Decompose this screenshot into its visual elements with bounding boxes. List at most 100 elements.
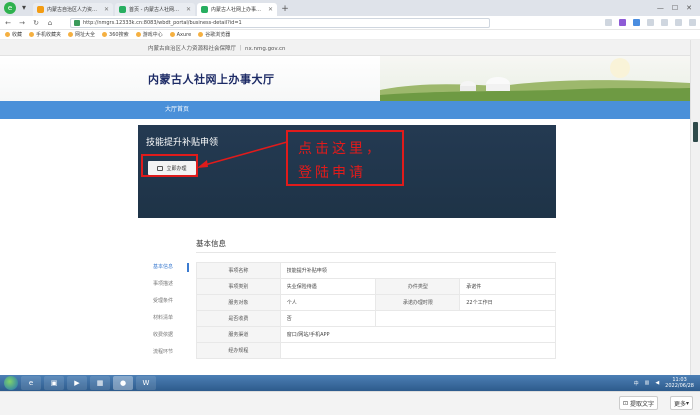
- table-row: 服务对象 个人 承诺办理时限 22个工作日: [196, 294, 556, 311]
- word-icon[interactable]: W: [136, 376, 156, 390]
- reload-icon[interactable]: ↻: [32, 19, 40, 27]
- download-icon[interactable]: [661, 19, 668, 26]
- grassland-banner-image: [380, 56, 690, 101]
- table-value: 22个工作日: [459, 294, 556, 311]
- browser-tab[interactable]: 首页 - 内蒙古人社网上办事大厅 ✕: [115, 3, 195, 16]
- menu-icon[interactable]: [689, 19, 696, 26]
- sidenav-item-fees[interactable]: 收费依据: [153, 327, 189, 344]
- table-key: 是否收费: [196, 310, 281, 327]
- address-url: http://nmgrs.12333k.cn:8083/wbdt_portal/…: [83, 19, 242, 26]
- table-key: 承诺办理时限: [375, 294, 461, 311]
- extension-icon[interactable]: [633, 19, 640, 26]
- lightning-icon[interactable]: [605, 19, 612, 26]
- sidenav-item-description[interactable]: 事项描述: [153, 276, 189, 293]
- address-bar[interactable]: http://nmgrs.12333k.cn:8083/wbdt_portal/…: [70, 17, 490, 28]
- home-icon[interactable]: ⌂: [46, 19, 54, 27]
- close-window-button[interactable]: ✕: [686, 4, 692, 12]
- table-value: 否: [279, 310, 377, 327]
- more-button[interactable]: 更多 ▾: [670, 396, 694, 410]
- phone-icon: [29, 32, 35, 37]
- annotation-callout: 点击这里， 登陆申请: [286, 130, 404, 186]
- site-topbar-text[interactable]: 内蒙古自治区人力资源和社会保障厅 ｜ nx.nmg.gov.cn: [148, 44, 286, 52]
- scrollbar-thumb[interactable]: [693, 122, 698, 142]
- minimize-button[interactable]: —: [657, 4, 664, 12]
- table-key: 办件类型: [375, 278, 461, 295]
- star-icon: [5, 32, 10, 37]
- table-value: 技能提升补贴申领: [279, 262, 557, 279]
- chevron-down-icon: ▾: [686, 399, 690, 407]
- browser-tab[interactable]: 内蒙古自治区人力资源和社会… ✕: [33, 3, 113, 16]
- browser-logo-icon[interactable]: e: [4, 2, 16, 14]
- bookmark-item[interactable]: Axure: [169, 32, 191, 38]
- more-label: 更多: [674, 400, 687, 408]
- tab-close-icon[interactable]: ✕: [268, 6, 273, 13]
- site-security-icon: [74, 19, 80, 26]
- table-key: 服务对象: [196, 294, 281, 311]
- undo-icon[interactable]: [675, 19, 682, 26]
- taskbar-clock[interactable]: 11:03 2022/06/28: [665, 377, 694, 389]
- volume-icon[interactable]: ◀: [655, 380, 659, 386]
- site-topbar: 内蒙古自治区人力资源和社会保障厅 ｜ nx.nmg.gov.cn: [0, 40, 690, 56]
- browser-tab-active[interactable]: 内蒙古人社网上办事大厅 - 内蒙古人社… ✕: [197, 3, 277, 16]
- bookmarks-bar: 收藏 手机收藏夹 网址大全 360搜索 游戏中心 Axure 谷歌浏览器: [0, 30, 700, 40]
- chrome-icon: [198, 32, 204, 37]
- table-value: [375, 310, 556, 327]
- bookmark-item[interactable]: 网址大全: [68, 31, 95, 38]
- forward-icon[interactable]: →: [18, 19, 26, 27]
- bookmark-item[interactable]: 360搜索: [102, 31, 129, 38]
- globe-icon: [68, 32, 74, 37]
- tab-close-icon[interactable]: ✕: [104, 6, 109, 13]
- back-icon[interactable]: ←: [4, 19, 12, 27]
- bookmark-item[interactable]: 收藏: [5, 31, 22, 38]
- start-button[interactable]: [4, 376, 18, 390]
- ime-indicator[interactable]: 中: [634, 380, 639, 387]
- explorer-icon[interactable]: ▣: [44, 376, 64, 390]
- bookmark-item[interactable]: 谷歌浏览器: [198, 31, 230, 38]
- table-row: 事项名称 技能提升补贴申领: [196, 262, 557, 279]
- player-icon[interactable]: ▶: [67, 376, 87, 390]
- table-row: 事项类别 失业保险待遇 办件类型 承诺件: [196, 278, 556, 295]
- table-row: 服务渠道 窗口/网站/手机APP: [196, 326, 557, 343]
- nav-home-link[interactable]: 大厅首页: [165, 101, 189, 119]
- clock-date: 2022/06/28: [665, 383, 694, 389]
- browser-tab-bar: e ▾ 内蒙古自治区人力资源和社会… ✕ 首页 - 内蒙古人社网上办事大厅 ✕ …: [0, 0, 700, 16]
- page-scrollbar[interactable]: [690, 40, 700, 375]
- basic-info-table: 事项名称 技能提升补贴申领 事项类别 失业保险待遇 办件类型 承诺件 服务对象 …: [196, 262, 557, 359]
- page-viewport: 内蒙古自治区人力资源和社会保障厅 ｜ nx.nmg.gov.cn 内蒙古人社网上…: [0, 40, 690, 375]
- bookmark-item[interactable]: 手机收藏夹: [29, 31, 61, 38]
- table-value: 窗口/网站/手机APP: [279, 326, 557, 343]
- screen: e ▾ 内蒙古自治区人力资源和社会… ✕ 首页 - 内蒙古人社网上办事大厅 ✕ …: [0, 0, 700, 415]
- bookmark-item[interactable]: 游戏中心: [135, 31, 163, 38]
- table-key: 服务渠道: [196, 326, 281, 343]
- tab-title: 内蒙古自治区人力资源和社会…: [47, 7, 101, 13]
- network-icon[interactable]: ▥: [645, 380, 650, 386]
- sidenav-item-materials[interactable]: 材料清单: [153, 310, 189, 327]
- tab-favicon-icon: [119, 6, 126, 13]
- browser-toolbar: [605, 19, 696, 26]
- viewer-bottom-strip: [0, 391, 700, 415]
- tab-title: 首页 - 内蒙古人社网上办事大厅: [129, 7, 183, 13]
- table-value: 个人: [279, 294, 377, 311]
- detail-side-nav: 基本信息 事项描述 受理条件 材料清单 收费依据 流程环节: [153, 259, 189, 361]
- new-tab-button[interactable]: +: [279, 3, 291, 16]
- tab-close-icon[interactable]: ✕: [186, 6, 191, 13]
- section-heading: 基本信息: [196, 239, 226, 248]
- gallery-icon[interactable]: ▦: [90, 376, 110, 390]
- section-divider: [196, 252, 556, 253]
- ie-icon[interactable]: e: [21, 376, 41, 390]
- sidenav-item-basic-info[interactable]: 基本信息: [153, 259, 189, 276]
- browser-taskbar-icon[interactable]: ●: [113, 376, 133, 390]
- scan-text-icon: ⊡: [623, 399, 629, 407]
- sidenav-item-conditions[interactable]: 受理条件: [153, 293, 189, 310]
- table-key: 事项名称: [196, 262, 281, 279]
- site-title: 内蒙古人社网上办事大厅: [148, 73, 275, 86]
- sidenav-item-process[interactable]: 流程环节: [153, 344, 189, 361]
- grid-icon[interactable]: [647, 19, 654, 26]
- table-value: [279, 342, 557, 359]
- extract-text-button[interactable]: ⊡ 提取文字: [619, 396, 659, 410]
- browser-menu-icon[interactable]: ▾: [19, 2, 29, 14]
- extension-icon[interactable]: [619, 19, 626, 26]
- site-banner: 内蒙古人社网上办事大厅: [0, 56, 690, 101]
- tab-favicon-icon: [201, 6, 208, 13]
- maximize-button[interactable]: ☐: [672, 4, 678, 12]
